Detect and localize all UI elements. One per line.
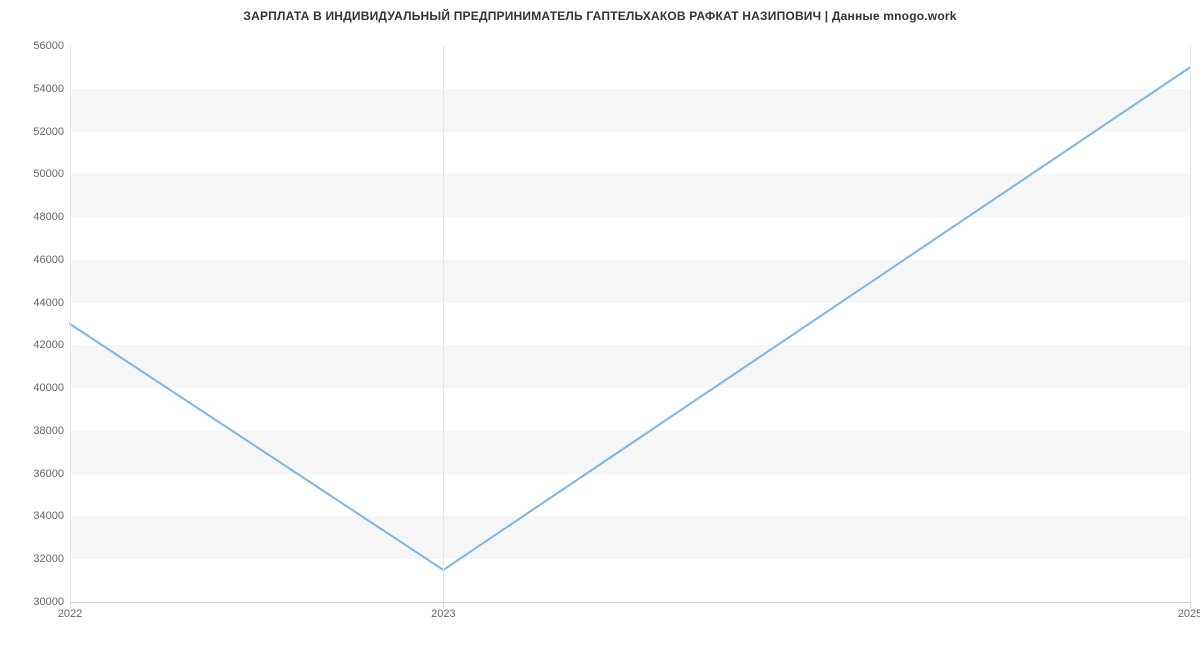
y-tick-label: 44000 — [4, 297, 64, 309]
y-tick-label: 48000 — [4, 211, 64, 223]
x-tick-label: 2025 — [1178, 608, 1200, 620]
y-tick-label: 40000 — [4, 382, 64, 394]
x-tick-label: 2022 — [58, 608, 82, 620]
x-gridline — [70, 46, 71, 602]
y-tick-label: 54000 — [4, 83, 64, 95]
y-tick-label: 30000 — [4, 596, 64, 608]
y-tick-label: 46000 — [4, 254, 64, 266]
x-gridline — [1190, 46, 1191, 602]
y-tick-label: 34000 — [4, 510, 64, 522]
series-line — [70, 67, 1190, 570]
chart-title: ЗАРПЛАТА В ИНДИВИДУАЛЬНЫЙ ПРЕДПРИНИМАТЕЛ… — [0, 9, 1200, 23]
y-tick-label: 56000 — [4, 40, 64, 52]
line-layer — [70, 46, 1190, 602]
y-tick-label: 32000 — [4, 553, 64, 565]
x-tick-label: 2023 — [431, 608, 455, 620]
y-tick-label: 50000 — [4, 168, 64, 180]
y-tick-label: 38000 — [4, 425, 64, 437]
chart-container: ЗАРПЛАТА В ИНДИВИДУАЛЬНЫЙ ПРЕДПРИНИМАТЕЛ… — [0, 0, 1200, 650]
y-tick-label: 42000 — [4, 339, 64, 351]
x-gridline — [443, 46, 444, 602]
y-tick-label: 36000 — [4, 468, 64, 480]
y-tick-label: 52000 — [4, 126, 64, 138]
